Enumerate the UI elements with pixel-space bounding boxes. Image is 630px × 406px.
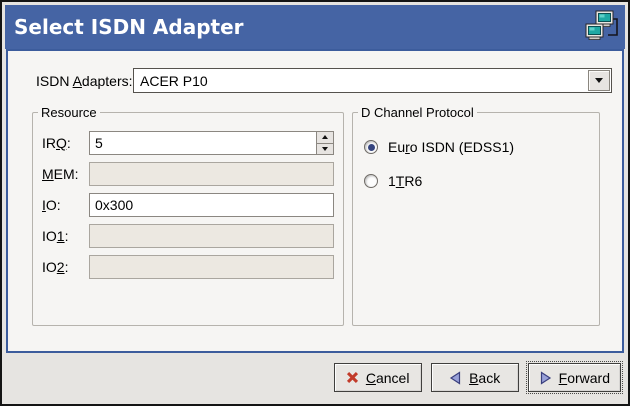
isdn-adapter-selected-value: ACER P10 bbox=[134, 73, 208, 89]
io2-label: IO2: bbox=[42, 259, 89, 275]
d-channel-protocol-group-title: D Channel Protocol bbox=[358, 105, 477, 120]
isdn-adapter-combobox[interactable]: ACER P10 bbox=[133, 68, 612, 93]
forward-button[interactable]: Forward bbox=[528, 363, 621, 392]
radio-1tr6[interactable]: 1TR6 bbox=[364, 170, 599, 192]
chevron-down-icon bbox=[322, 147, 328, 151]
io2-input bbox=[89, 255, 334, 279]
back-arrow-icon bbox=[449, 371, 462, 385]
dialog-window: Select ISDN Adapter ISDN Adapters: ACER … bbox=[0, 0, 630, 406]
combo-dropdown-button[interactable] bbox=[588, 70, 610, 91]
irq-label: IRQ: bbox=[42, 135, 89, 151]
io-label: IO: bbox=[42, 197, 89, 213]
chevron-up-icon bbox=[322, 135, 328, 139]
resource-group: Resource IRQ: MEM: IO: bbox=[32, 105, 344, 326]
spin-down-button[interactable] bbox=[316, 144, 334, 156]
forward-button-label: Forward bbox=[559, 370, 610, 386]
forward-arrow-icon bbox=[539, 371, 552, 385]
resource-group-title: Resource bbox=[38, 105, 100, 120]
network-computers-icon bbox=[584, 10, 620, 44]
irq-spin-buttons bbox=[316, 131, 334, 155]
back-button-label: Back bbox=[469, 370, 500, 386]
io1-row: IO1: bbox=[42, 224, 334, 248]
button-bar: Cancel Back Forward bbox=[6, 353, 624, 402]
cancel-button[interactable]: Cancel bbox=[334, 363, 422, 392]
isdn-adapters-label: ISDN Adapters: bbox=[36, 73, 133, 89]
back-button[interactable]: Back bbox=[431, 363, 519, 392]
irq-input[interactable] bbox=[89, 131, 334, 155]
chevron-down-icon bbox=[595, 78, 603, 83]
io2-row: IO2: bbox=[42, 255, 334, 279]
radio-euro-isdn-label: Euro ISDN (EDSS1) bbox=[388, 139, 514, 155]
cancel-button-label: Cancel bbox=[366, 370, 410, 386]
dialog-header: Select ISDN Adapter bbox=[5, 5, 625, 49]
io1-label: IO1: bbox=[42, 228, 89, 244]
radio-selected-icon bbox=[364, 140, 378, 154]
io-row: IO: bbox=[42, 193, 334, 217]
spin-up-button[interactable] bbox=[316, 131, 334, 144]
cancel-x-icon bbox=[346, 371, 359, 384]
mem-row: MEM: bbox=[42, 162, 334, 186]
radio-1tr6-label: 1TR6 bbox=[388, 173, 422, 189]
io-input[interactable] bbox=[89, 193, 334, 217]
page-title: Select ISDN Adapter bbox=[5, 15, 244, 39]
irq-spinner bbox=[89, 131, 334, 155]
io1-input bbox=[89, 224, 334, 248]
mem-input bbox=[89, 162, 334, 186]
radio-euro-isdn-edss1[interactable]: Euro ISDN (EDSS1) bbox=[364, 136, 599, 158]
dialog-content: ISDN Adapters: ACER P10 Resource IRQ: bbox=[6, 49, 624, 353]
isdn-adapters-row: ISDN Adapters: ACER P10 bbox=[36, 68, 612, 93]
irq-row: IRQ: bbox=[42, 131, 334, 155]
radio-unselected-icon bbox=[364, 174, 378, 188]
d-channel-protocol-group: D Channel Protocol Euro ISDN (EDSS1) 1TR… bbox=[352, 105, 600, 326]
mem-label: MEM: bbox=[42, 166, 89, 182]
